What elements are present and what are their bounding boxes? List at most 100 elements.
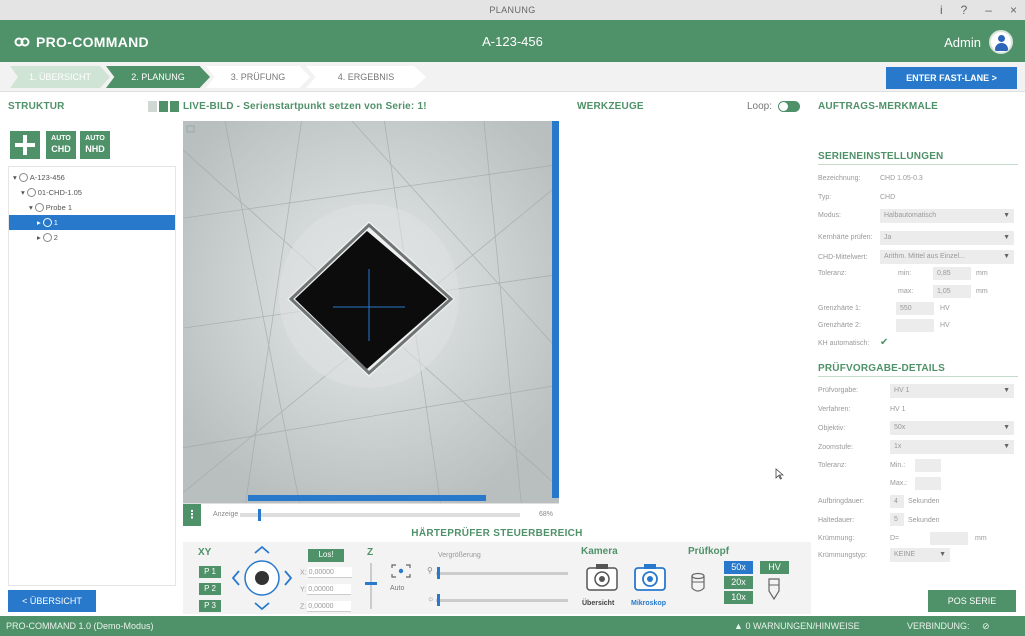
haltedauer-input[interactable]: 5 xyxy=(890,513,904,526)
structure-tree[interactable]: ▾ A-123-456 ▾ 01-CHD-1.05 ▾ Probe 1 ▸ 1 … xyxy=(8,166,176,586)
camera-microscope-icon[interactable] xyxy=(633,562,667,592)
tree-item-series[interactable]: ▾ 01-CHD-1.05 xyxy=(9,185,175,200)
los-button[interactable]: Los! xyxy=(308,549,344,562)
max-input[interactable]: 1,05 xyxy=(933,285,971,298)
z-value[interactable]: 0,00000 xyxy=(307,601,352,612)
xy-joystick[interactable] xyxy=(230,543,294,613)
point-icon xyxy=(42,218,52,227)
kernhaerte-select[interactable]: Ja ▼ xyxy=(880,231,1014,245)
step-planung[interactable]: 2. PLANUNG xyxy=(106,66,210,88)
back-to-uebersicht-button[interactable]: < ÜBERSICHT xyxy=(8,590,96,612)
zoomstufe-select[interactable]: 1x ▼ xyxy=(890,440,1014,454)
brightness-slider[interactable] xyxy=(436,599,568,602)
tree-item-probe[interactable]: ▾ Probe 1 xyxy=(9,200,175,215)
probe-icon xyxy=(34,203,44,212)
expand-icon[interactable]: ▾ xyxy=(21,185,25,200)
kh-automatisch-checkbox[interactable]: ✔ xyxy=(880,337,888,348)
user-menu[interactable]: Admin xyxy=(944,30,1013,54)
y-value[interactable]: 0,00000 xyxy=(307,584,352,595)
min-unit: mm xyxy=(976,270,988,277)
x-value[interactable]: 0,00000 xyxy=(307,567,352,578)
grenzhaerte2-input[interactable] xyxy=(896,319,934,332)
microscope-view xyxy=(183,121,559,503)
live-horizontal-scrollbar[interactable] xyxy=(248,495,486,501)
more-vert-icon[interactable]: ⋮ xyxy=(183,504,201,526)
plus-icon xyxy=(15,135,35,155)
add-button[interactable] xyxy=(10,131,40,159)
loop-toggle[interactable] xyxy=(778,101,801,112)
mikroskop-camera-label[interactable]: Mikroskop xyxy=(631,600,666,607)
display-zoom-row: ⋮ Anzeige 68% xyxy=(183,503,559,526)
p3-button[interactable]: P 3 xyxy=(199,600,221,612)
auto-chd-button[interactable]: AUTO CHD xyxy=(46,131,76,159)
display-slider[interactable] xyxy=(240,513,520,517)
xy-label: XY xyxy=(198,547,212,558)
step-ergebnis[interactable]: 4. ERGEBNIS xyxy=(306,66,426,88)
grenzhaerte1-input[interactable]: 550 xyxy=(896,302,934,315)
status-warnings[interactable]: ▲ 0 WARNUNGEN/HINWEISE xyxy=(734,621,860,631)
hv-indenter-button[interactable]: HV xyxy=(760,561,789,574)
objektiv-select[interactable]: 50x ▼ xyxy=(890,421,1014,435)
point-icon xyxy=(42,233,52,242)
connection-icon: ⊘ xyxy=(982,621,990,631)
min-input[interactable]: 0,85 xyxy=(933,267,971,280)
z-slider[interactable] xyxy=(370,563,372,609)
arrow-right-icon xyxy=(284,570,293,586)
chevron-down-icon: ▼ xyxy=(939,551,946,558)
tools-panel xyxy=(568,121,811,525)
minimize-icon[interactable]: – xyxy=(985,3,992,17)
pruefvorgabe-select[interactable]: HV 1 ▼ xyxy=(890,384,1014,398)
verfahren-label: Verfahren: xyxy=(818,406,851,413)
live-image[interactable] xyxy=(183,121,559,503)
tree-item-order[interactable]: ▾ A-123-456 xyxy=(9,170,175,185)
auto-nhd-button[interactable]: AUTO NHD xyxy=(80,131,110,159)
info-icon[interactable]: i xyxy=(940,3,943,17)
objective-20x-button[interactable]: 20x xyxy=(724,576,753,589)
chevron-down-icon: ▼ xyxy=(1003,212,1010,219)
werkzeuge-title: WERKZEUGE xyxy=(577,101,644,112)
p2-button[interactable]: P 2 xyxy=(199,583,221,595)
camera-overview-icon[interactable] xyxy=(585,562,619,592)
kruemmungstyp-select[interactable]: KEINE ▼ xyxy=(890,548,950,562)
expand-icon[interactable]: ▾ xyxy=(13,170,17,185)
grenzhaerte1-label: Grenzhärte 1: xyxy=(818,305,861,312)
tol-max-input[interactable] xyxy=(915,477,941,490)
section-divider xyxy=(818,164,1018,165)
magnification-slider[interactable] xyxy=(436,572,568,575)
aufbringdauer-input[interactable]: 4 xyxy=(890,495,904,508)
struktur-title: STRUKTUR xyxy=(8,101,65,112)
list-icon[interactable] xyxy=(170,101,179,112)
tree-item-point-2[interactable]: ▸ 2 xyxy=(9,230,175,245)
objective-50x-button[interactable]: 50x xyxy=(724,561,753,574)
uebersicht-camera-label[interactable]: Übersicht xyxy=(582,600,614,607)
section-divider xyxy=(818,376,1018,377)
mittelwert-select[interactable]: Arithm. Mittel aus Einzel... ▼ xyxy=(880,250,1014,264)
aufbringdauer-unit: Sekunden xyxy=(908,498,940,505)
warning-icon: ▲ xyxy=(734,621,743,631)
display-slider-knob[interactable] xyxy=(258,509,261,521)
live-vertical-scrollbar[interactable] xyxy=(552,121,559,498)
expand-icon[interactable]: ▸ xyxy=(37,230,41,245)
objective-10x-button[interactable]: 10x xyxy=(724,591,753,604)
z-slider-knob[interactable] xyxy=(365,582,377,585)
magnification-slider-knob[interactable] xyxy=(437,567,440,579)
order-number: A-123-456 xyxy=(482,34,543,49)
collapse-icon[interactable] xyxy=(148,101,157,112)
step-uebersicht[interactable]: 1. ÜBERSICHT xyxy=(10,66,110,88)
expand-icon[interactable]: ▸ xyxy=(37,215,41,230)
pos-serie-button[interactable]: POS SERIE xyxy=(928,590,1016,612)
edit-icon[interactable] xyxy=(159,101,168,112)
tree-item-point-1[interactable]: ▸ 1 xyxy=(9,215,175,230)
avatar-icon[interactable] xyxy=(989,30,1013,54)
help-icon[interactable]: ? xyxy=(961,3,968,17)
tol-min-input[interactable] xyxy=(915,459,941,472)
p1-button[interactable]: P 1 xyxy=(199,566,221,578)
step-pruefung[interactable]: 3. PRÜFUNG xyxy=(206,66,310,88)
brightness-slider-knob[interactable] xyxy=(437,594,440,606)
close-icon[interactable]: × xyxy=(1010,3,1017,17)
modus-select[interactable]: Halbautomatisch ▼ xyxy=(880,209,1014,223)
autofocus-icon[interactable] xyxy=(390,563,412,579)
kruemmung-input[interactable] xyxy=(930,532,968,545)
expand-icon[interactable]: ▾ xyxy=(29,200,33,215)
fast-lane-button[interactable]: ENTER FAST-LANE > xyxy=(886,67,1017,89)
